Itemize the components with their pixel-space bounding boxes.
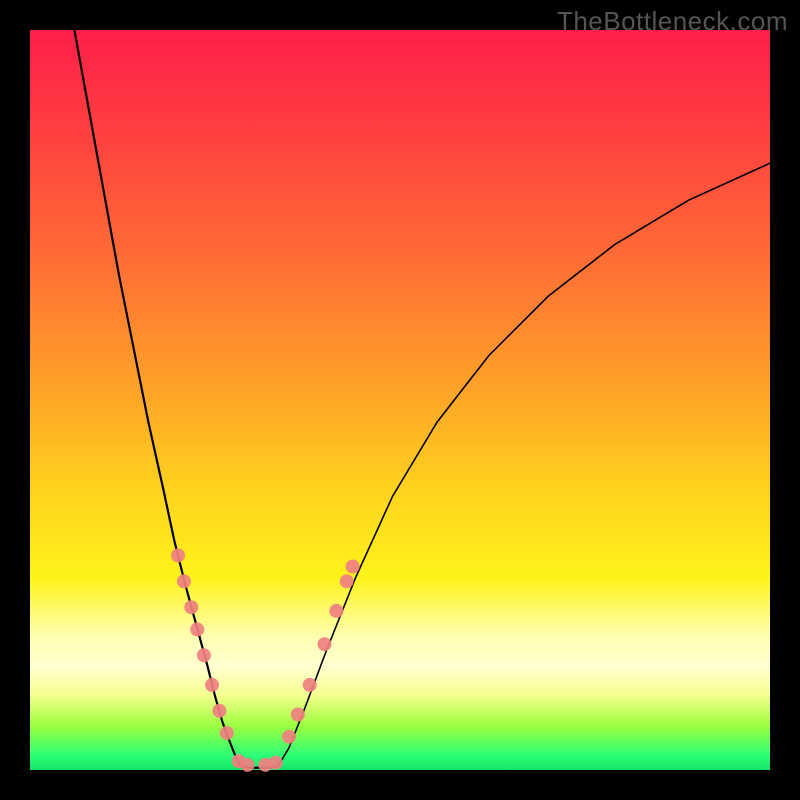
curve-right-arm: [278, 163, 770, 766]
data-dot: [177, 574, 191, 588]
data-dot: [190, 622, 204, 636]
v-curve: [74, 30, 770, 768]
data-dot: [212, 704, 226, 718]
data-dot: [340, 574, 354, 588]
plot-area: [30, 30, 770, 770]
data-dot: [346, 560, 360, 574]
data-dot: [291, 708, 305, 722]
data-dot: [205, 678, 219, 692]
data-dot: [303, 678, 317, 692]
data-dot: [184, 600, 198, 614]
scatter-dots: [171, 548, 360, 771]
data-dot: [171, 548, 185, 562]
curve-left-arm: [74, 30, 241, 766]
data-dot: [197, 648, 211, 662]
data-dot: [241, 758, 255, 772]
chart-stage: TheBottleneck.com: [0, 0, 800, 800]
data-dot: [282, 730, 296, 744]
data-dot: [220, 726, 234, 740]
data-dot: [329, 604, 343, 618]
data-dot: [269, 756, 283, 770]
chart-svg: [30, 30, 770, 770]
data-dot: [318, 637, 332, 651]
watermark-text: TheBottleneck.com: [557, 6, 788, 37]
